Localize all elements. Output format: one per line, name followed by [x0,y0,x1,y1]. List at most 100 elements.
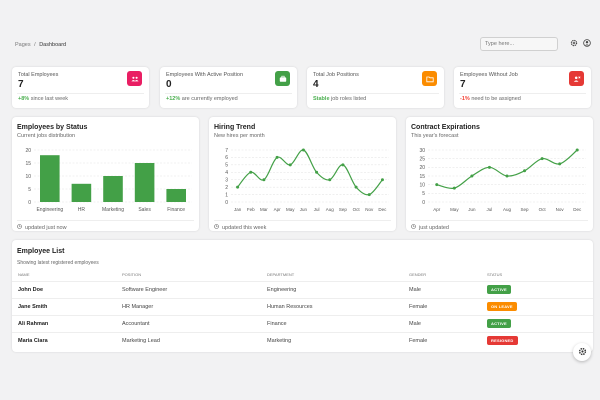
column-header-name: NAME [12,269,122,282]
data-point [505,174,509,178]
bar [71,183,92,202]
series-line [436,149,578,190]
breadcrumb-parent[interactable]: Pages [15,42,31,48]
stat-card-total-employees: Total Employees 7 +8% since last week [12,67,149,108]
x-tick-label: May [450,207,459,212]
cell-name: Ali Rahman [12,315,122,333]
people-icon [127,71,142,86]
y-tick-label: 3 [225,178,228,184]
breadcrumb-separator: / [34,42,36,48]
cell-department: Engineering [267,281,409,299]
chart-card-hiring-trend: Hiring Trend New hires per month 0 123 45 6… [209,117,396,231]
y-tick-label: 20 [25,148,31,154]
breadcrumb-current: Dashboard [39,42,67,48]
table-row[interactable]: Jane Smith HR Manager Human Resources Fe… [12,298,593,316]
divider [165,93,292,94]
stat-value: 0 [166,79,172,90]
x-tick-label: Oct [353,207,361,212]
stat-change: +8% [18,96,30,102]
y-tick-label: 1 [225,192,228,198]
y-tick-label: 10 [25,174,31,180]
x-tick-label: Apr [274,207,282,212]
cell-department: Finance [267,315,409,333]
employee-table: NAME POSITION DEPARTMENT GENDER STATUS J… [12,269,593,349]
x-tick-label: HR [78,207,86,213]
data-point [354,185,358,189]
cell-department: Human Resources [267,298,409,316]
x-tick-label: Jun [468,207,476,212]
cell-status: ACTIVE [487,281,593,299]
data-point [435,183,439,187]
data-point [301,148,305,152]
y-tick-label: 7 [225,148,228,154]
stat-label: Total Employees [18,72,59,78]
table-row[interactable]: Maria Ciara Marketing Lead Marketing Fem… [12,332,593,349]
cell-gender: Male [409,315,487,333]
x-tick-label: Finance [167,207,185,213]
status-badge: ACTIVE [487,285,511,294]
y-tick-label: 30 [419,148,425,154]
stat-note: are currently employed [181,96,238,102]
x-tick-label: Jul [314,207,320,212]
chart-footer: updated this week [214,224,266,231]
stat-change: Stable [313,96,330,102]
table-row[interactable]: John Doe Software Engineer Engineering M… [12,281,593,299]
chart-footer: just updated [411,224,449,231]
y-tick-label: 5 [422,191,425,197]
x-tick-label: Dec [573,207,582,212]
y-tick-label: 5 [28,187,31,193]
gear-icon[interactable] [569,38,579,48]
data-point [487,165,491,169]
chart-subtitle: Current jobs distribution [17,133,76,139]
clock-icon [411,224,416,231]
x-tick-label: Engineering [36,207,63,213]
cell-position: Accountant [122,315,267,333]
stat-card-without-job: Employees Without Job 7 -1% need to be a… [454,67,591,108]
stat-footer: +12% are currently employed [166,96,238,102]
chart-title: Hiring Trend [214,124,256,131]
search-input[interactable] [480,37,558,51]
settings-fab-button[interactable] [573,343,591,361]
briefcase-icon [275,71,290,86]
folder-icon [422,71,437,86]
x-tick-label: Feb [247,207,255,212]
clock-icon [214,224,219,231]
chart-footer-text: just updated [419,224,449,231]
data-point [288,163,292,167]
x-tick-label: Oct [539,207,547,212]
x-tick-label: Dec [378,207,387,212]
bar-chart: 0 5 10 15 20 Engineering HR Marketing Sales Finan… [25,148,192,213]
data-point [367,193,371,197]
cell-status: ACTIVE [487,315,593,333]
table-row[interactable]: Ali Rahman Accountant Finance Male ACTIV… [12,315,593,333]
stat-change: -1% [460,96,470,102]
column-header-position: POSITION [122,269,267,282]
stat-value: 7 [18,79,24,90]
cell-position: Marketing Lead [122,337,160,344]
chart-subtitle: New hires per month [214,133,265,139]
cell-position: Software Engineer [122,281,267,299]
y-tick-label: 6 [225,155,228,161]
cell-gender: Male [409,281,487,299]
stat-note: job roles listed [331,96,367,102]
data-point [575,148,579,152]
column-header-status: STATUS [487,269,593,282]
cell-gender: Female [409,298,487,316]
divider [411,220,588,221]
stat-note: since last week [30,96,68,102]
divider [17,93,144,94]
cell-name: Jane Smith [12,298,122,316]
stat-value: 4 [313,79,319,90]
data-point [452,186,456,190]
stat-footer: -1% need to be assigned [460,96,521,102]
bar [103,176,123,202]
cell-name: John Doe [12,281,122,299]
line-chart: 0 5 10 15 20 25 30 Apr May Jun Jul Aug Sep Oct Nov Dec [419,148,586,212]
status-badge: ACTIVE [487,319,511,328]
table-header-row: NAME POSITION DEPARTMENT GENDER STATUS [12,269,593,282]
cell-gender: Female [409,337,428,344]
line-chart: 0 123 45 67 Jan Feb Mar Apr May Jun Jul Aug Sep Oct No… [225,148,389,212]
bar [134,163,155,202]
divider [459,93,586,94]
user-account-icon[interactable] [582,38,592,48]
